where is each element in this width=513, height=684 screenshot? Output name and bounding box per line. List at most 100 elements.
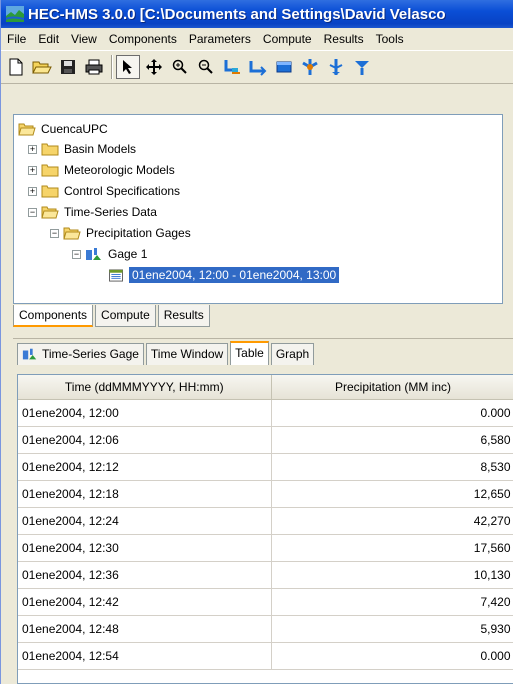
gage-icon	[86, 247, 101, 260]
time-cell: 01ene2004, 12:18	[18, 480, 272, 508]
tree-item-label: Precipitation Gages	[86, 226, 191, 240]
tab-results[interactable]: Results	[157, 305, 210, 327]
save-button[interactable]	[56, 55, 80, 79]
tab-components[interactable]: Components	[13, 305, 94, 327]
tree-item-gage-1[interactable]: − Gage 1	[72, 244, 147, 264]
reach-button[interactable]	[246, 55, 270, 79]
folder-icon	[41, 143, 59, 155]
folder-icon	[41, 185, 59, 197]
menu-bar: File Edit View Components Parameters Com…	[1, 28, 513, 49]
diversion-button[interactable]	[324, 55, 348, 79]
tree-item-label: Meteorologic Models	[64, 163, 175, 177]
select-tool-button[interactable]	[116, 55, 140, 79]
tree-item-meteorologic-models[interactable]: + Meteorologic Models	[28, 160, 175, 180]
toolbar-separator	[111, 55, 113, 79]
table-row: 01ene2004, 12:06 6,580	[18, 426, 513, 454]
column-header-time[interactable]: Time (ddMMMYYYY, HH:mm)	[18, 375, 272, 400]
precipitation-cell[interactable]: 0.000	[271, 642, 513, 670]
tab-time-window[interactable]: Time Window	[145, 343, 229, 365]
window-title: HEC-HMS 3.0.0 [C:\Documents and Settings…	[28, 5, 446, 23]
tree-item-time-series-data[interactable]: − Time-Series Data	[28, 202, 157, 222]
table-row: 01ene2004, 12:18 12,650	[18, 480, 513, 508]
menu-results[interactable]: Results	[318, 32, 370, 46]
move-tool-button[interactable]	[142, 55, 166, 79]
open-folder-icon	[18, 123, 36, 135]
time-cell: 01ene2004, 12:42	[18, 588, 272, 616]
tab-graph[interactable]: Graph	[270, 343, 315, 365]
new-icon	[9, 58, 23, 76]
table-row: 01ene2004, 12:00 0.000	[18, 399, 513, 427]
tab-compute[interactable]: Compute	[95, 305, 156, 327]
reservoir-button[interactable]	[272, 55, 296, 79]
precipitation-cell[interactable]: 8,530	[271, 453, 513, 481]
arrow-pointer-icon	[123, 60, 132, 74]
explorer-tabs: Components Compute Results	[13, 305, 212, 327]
toolbar	[1, 50, 513, 84]
table-row: 01ene2004, 12:48 5,930	[18, 615, 513, 643]
watershed-explorer-tree: CuencaUPC + Basin Models + Meteorologic …	[13, 114, 503, 304]
save-icon	[61, 60, 75, 74]
precipitation-cell[interactable]: 12,650	[271, 480, 513, 508]
title-bar[interactable]: HEC-HMS 3.0.0 [C:\Documents and Settings…	[1, 0, 513, 28]
tree-item-label: CuencaUPC	[41, 122, 108, 136]
time-cell: 01ene2004, 12:36	[18, 561, 272, 589]
menu-compute[interactable]: Compute	[257, 32, 318, 46]
time-cell: 01ene2004, 12:48	[18, 615, 272, 643]
tree-item-precipitation-gages[interactable]: − Precipitation Gages	[50, 223, 191, 243]
menu-tools[interactable]: Tools	[370, 32, 410, 46]
tree-item-basin-models[interactable]: + Basin Models	[28, 139, 136, 159]
precipitation-cell[interactable]: 10,130	[271, 561, 513, 589]
precipitation-cell[interactable]: 5,930	[271, 615, 513, 643]
tree-item-label: Control Specifications	[64, 184, 181, 198]
diversion-icon	[329, 59, 343, 75]
open-icon	[32, 61, 52, 74]
precipitation-cell[interactable]: 17,560	[271, 534, 513, 562]
precipitation-cell[interactable]: 7,420	[271, 588, 513, 616]
junction-icon	[302, 59, 318, 75]
menu-edit[interactable]: Edit	[32, 32, 65, 46]
table-row: 01ene2004, 12:12 8,530	[18, 453, 513, 481]
time-cell: 01ene2004, 12:30	[18, 534, 272, 562]
print-icon	[85, 59, 103, 75]
time-cell: 01ene2004, 12:00	[18, 399, 272, 427]
open-button[interactable]	[30, 55, 54, 79]
expand-icon[interactable]: +	[28, 186, 37, 196]
collapse-icon[interactable]: −	[28, 207, 37, 217]
collapse-icon[interactable]: −	[72, 249, 81, 259]
sink-icon	[355, 61, 369, 75]
precipitation-cell[interactable]: 0.000	[271, 399, 513, 427]
tree-item-label: Basin Models	[64, 142, 137, 156]
time-cell: 01ene2004, 12:12	[18, 453, 272, 481]
new-button[interactable]	[4, 55, 28, 79]
app-window: HEC-HMS 3.0.0 [C:\Documents and Settings…	[0, 0, 513, 684]
tab-time-series-gage[interactable]: Time-Series Gage	[17, 343, 144, 365]
zoom-in-icon	[172, 59, 187, 74]
move-icon	[146, 59, 162, 75]
sink-button[interactable]	[350, 55, 374, 79]
zoom-out-button[interactable]	[194, 55, 218, 79]
subbasin-button[interactable]	[220, 55, 244, 79]
print-button[interactable]	[82, 55, 106, 79]
zoom-in-button[interactable]	[168, 55, 192, 79]
zoom-out-icon	[198, 59, 213, 74]
table-row: 01ene2004, 12:42 7,420	[18, 588, 513, 616]
table-row: 01ene2004, 12:24 42,270	[18, 507, 513, 535]
collapse-icon[interactable]: −	[50, 228, 59, 238]
reach-icon	[249, 61, 267, 76]
column-header-precipitation[interactable]: Precipitation (MM inc)	[271, 375, 513, 400]
tab-label: Time-Series Gage	[42, 347, 139, 361]
tree-item-time-window[interactable]: 01ene2004, 12:00 - 01ene2004, 13:00	[108, 265, 340, 285]
expand-icon[interactable]: +	[28, 165, 37, 175]
tree-item-control-specifications[interactable]: + Control Specifications	[28, 181, 180, 201]
menu-parameters[interactable]: Parameters	[183, 32, 257, 46]
time-window-icon	[109, 268, 123, 282]
menu-view[interactable]: View	[65, 32, 103, 46]
junction-button[interactable]	[298, 55, 322, 79]
expand-icon[interactable]: +	[28, 144, 37, 154]
precipitation-cell[interactable]: 6,580	[271, 426, 513, 454]
menu-components[interactable]: Components	[103, 32, 183, 46]
precipitation-cell[interactable]: 42,270	[271, 507, 513, 535]
menu-file[interactable]: File	[1, 32, 32, 46]
tree-item-project[interactable]: CuencaUPC	[18, 119, 108, 139]
tab-table[interactable]: Table	[230, 341, 269, 365]
